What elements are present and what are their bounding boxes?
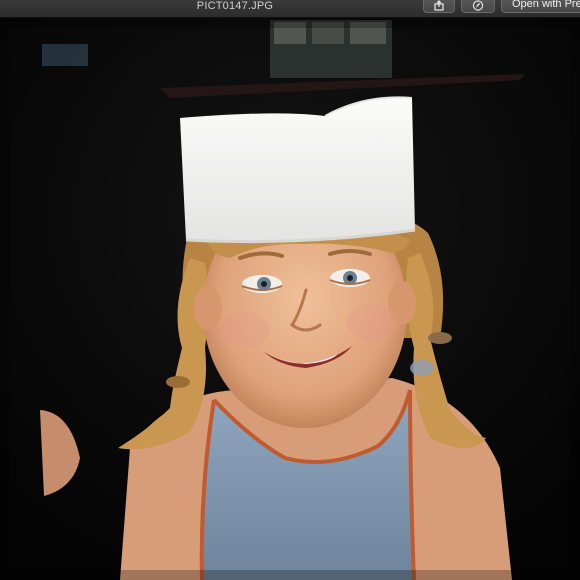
share-icon [434, 0, 444, 11]
markup-button[interactable] [461, 0, 495, 13]
quicklook-window: PICT0147.JPG Open with Pre [0, 0, 580, 580]
share-button[interactable] [423, 0, 455, 13]
photo-preview [0, 18, 580, 580]
title-bar: PICT0147.JPG Open with Pre [0, 0, 580, 18]
open-with-preview-button[interactable]: Open with Pre [501, 0, 580, 13]
markup-pen-icon [472, 0, 484, 11]
photo-image [0, 18, 580, 580]
